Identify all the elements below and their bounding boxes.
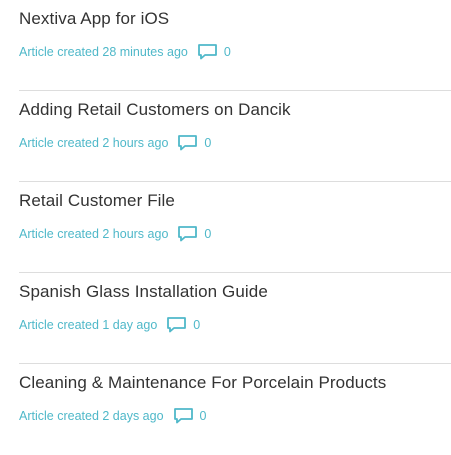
article-meta: Article created 2 hours ago 0 bbox=[19, 225, 211, 242]
article-meta: Article created 1 day ago 0 bbox=[19, 316, 200, 333]
comment-count: 0 bbox=[199, 408, 207, 423]
comment-bubble-icon bbox=[173, 408, 193, 424]
comment-bubble-icon bbox=[167, 317, 187, 333]
article-list: Nextiva App for iOS Article created 28 m… bbox=[0, 0, 451, 455]
article-title-link[interactable]: Cleaning & Maintenance For Porcelain Pro… bbox=[19, 373, 386, 393]
article-meta: Article created 2 days ago 0 bbox=[19, 407, 206, 424]
article-created-text: Article created 2 hours ago bbox=[19, 135, 169, 150]
comment-bubble-icon bbox=[178, 226, 198, 242]
list-item: Spanish Glass Installation Guide Article… bbox=[0, 273, 451, 364]
article-created-text: Article created 2 hours ago bbox=[19, 226, 169, 241]
article-title-link[interactable]: Adding Retail Customers on Dancik bbox=[19, 100, 291, 120]
comment-bubble-icon bbox=[197, 44, 217, 60]
list-item: Nextiva App for iOS Article created 28 m… bbox=[0, 0, 451, 91]
article-created-text: Article created 2 days ago bbox=[19, 408, 164, 423]
article-meta: Article created 28 minutes ago 0 bbox=[19, 43, 231, 60]
article-meta: Article created 2 hours ago 0 bbox=[19, 134, 211, 151]
comment-count: 0 bbox=[223, 44, 231, 59]
article-title-link[interactable]: Spanish Glass Installation Guide bbox=[19, 282, 268, 302]
comment-count: 0 bbox=[193, 317, 201, 332]
comments-link[interactable]: 0 bbox=[177, 134, 211, 151]
list-item: Cleaning & Maintenance For Porcelain Pro… bbox=[0, 364, 451, 455]
comment-count: 0 bbox=[204, 135, 212, 150]
article-title-link[interactable]: Nextiva App for iOS bbox=[19, 9, 169, 29]
comments-link[interactable]: 0 bbox=[177, 225, 211, 242]
list-item: Adding Retail Customers on Dancik Articl… bbox=[0, 91, 451, 182]
article-title-link[interactable]: Retail Customer File bbox=[19, 191, 175, 211]
article-created-text: Article created 28 minutes ago bbox=[19, 44, 188, 59]
comment-count: 0 bbox=[204, 226, 212, 241]
comments-link[interactable]: 0 bbox=[197, 43, 231, 60]
comment-bubble-icon bbox=[178, 135, 198, 151]
list-item: Retail Customer File Article created 2 h… bbox=[0, 182, 451, 273]
article-created-text: Article created 1 day ago bbox=[19, 317, 158, 332]
comments-link[interactable]: 0 bbox=[166, 316, 200, 333]
comments-link[interactable]: 0 bbox=[173, 407, 207, 424]
